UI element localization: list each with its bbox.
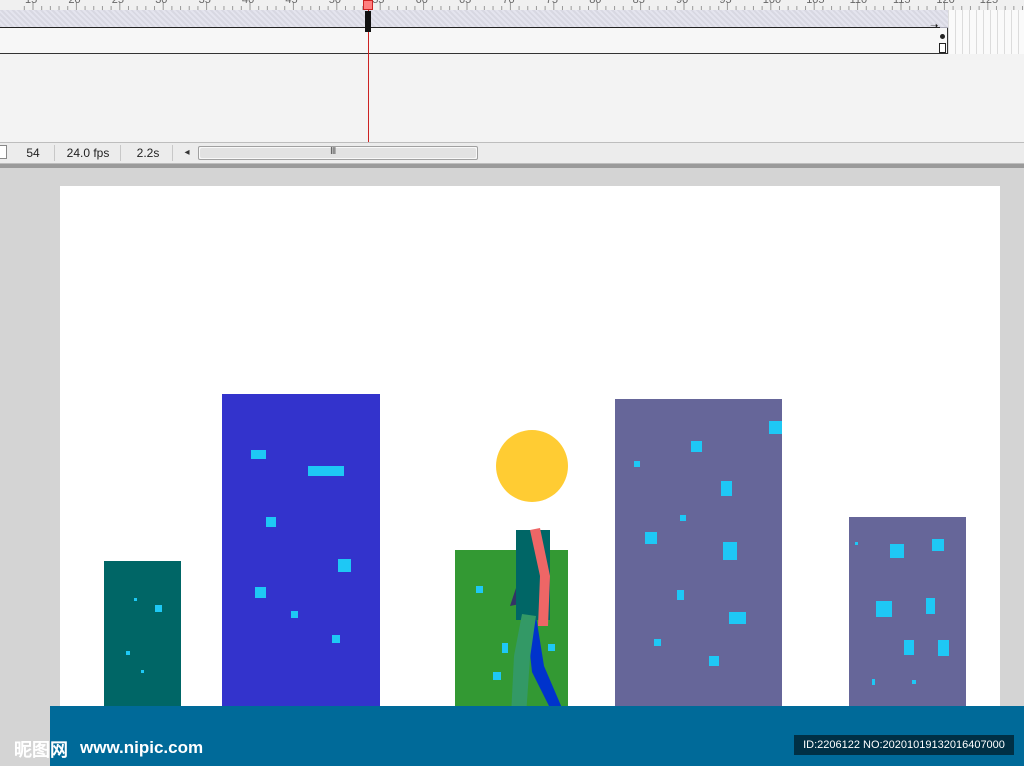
ruler-label: 45: [285, 0, 297, 6]
ruler-label: 55: [372, 0, 384, 6]
building-window: [904, 640, 914, 655]
timeline-empty-area: [0, 54, 1024, 142]
walking-figure[interactable]: [480, 426, 580, 726]
ruler-label: 115: [893, 0, 911, 6]
building-window: [729, 612, 746, 624]
building-window: [155, 605, 162, 612]
ruler-label: 25: [112, 0, 124, 6]
building-window: [890, 544, 904, 558]
building-window: [141, 670, 144, 673]
end-frame-marker[interactable]: [939, 43, 946, 53]
building-window: [926, 598, 935, 614]
building-window: [721, 481, 732, 496]
stage-canvas[interactable]: [60, 186, 1000, 766]
ruler-ticks: 15 20 25 30 35 40 45 50 55 60 65 70 75 80 85 90 95 100 105…: [0, 0, 1024, 10]
watermark-id: ID:2206122 NO:20201019132016407000: [794, 735, 1014, 755]
frame-rate-readout[interactable]: 24.0 fps: [56, 145, 121, 161]
building-window: [251, 450, 266, 459]
elapsed-time-readout: 2.2s: [124, 145, 173, 161]
building-window: [876, 601, 892, 617]
building-slate-large[interactable]: [615, 399, 782, 706]
ruler-label: 15: [25, 0, 37, 6]
building-window: [126, 651, 130, 655]
scroll-left-arrow-icon[interactable]: ◂: [180, 145, 194, 161]
empty-frame-cells[interactable]: [948, 10, 1024, 54]
building-window: [769, 421, 782, 434]
building-window: [308, 466, 344, 476]
ruler-label: 75: [546, 0, 558, 6]
ruler-label: 70: [502, 0, 514, 6]
current-frame-marker: [365, 11, 371, 32]
building-window: [691, 441, 702, 452]
ruler-label: 30: [155, 0, 167, 6]
building-window: [134, 598, 137, 601]
building-window: [634, 461, 640, 467]
ruler-label: 60: [416, 0, 428, 6]
building-window: [872, 679, 875, 685]
horizontal-scrollbar[interactable]: III: [198, 146, 478, 160]
tween-arrow-icon: ➝: [930, 21, 939, 32]
current-frame-readout: 54: [12, 145, 55, 161]
building-window: [266, 517, 276, 527]
building-window: [680, 515, 686, 521]
building-window: [654, 639, 661, 646]
scrollbar-grip: III: [330, 146, 336, 157]
ruler-label: 100: [763, 0, 781, 6]
ruler-label: 65: [459, 0, 471, 6]
building-teal[interactable]: [104, 561, 181, 706]
keyframe-dot-icon[interactable]: [940, 34, 945, 39]
layer-track-1[interactable]: [0, 10, 948, 28]
ruler-label: 105: [806, 0, 824, 6]
building-window: [677, 590, 684, 600]
ruler-label: 85: [633, 0, 645, 6]
figure-head: [496, 430, 568, 502]
building-window: [338, 559, 351, 572]
ruler-label: 35: [199, 0, 211, 6]
watermark-logo: 昵图网: [14, 740, 68, 760]
watermark-site: www.nipic.com: [80, 738, 204, 757]
ruler-label: 125: [980, 0, 998, 6]
building-window: [938, 640, 949, 656]
building-window: [255, 587, 266, 598]
stage-pasteboard: 昵图网 www.nipic.com ID:2206122 NO:20201019…: [0, 168, 1024, 766]
ruler-label: 50: [329, 0, 341, 6]
building-slate-small[interactable]: [849, 517, 966, 706]
building-window: [932, 539, 944, 551]
scrollbar-thumb[interactable]: III: [200, 146, 476, 158]
timeline-status-bar: 54 24.0 fps 2.2s ◂ III: [0, 142, 1024, 164]
frame-ruler[interactable]: 15 20 25 30 35 40 45 50 55 60 65 70 75 80 85 90 95 100 105…: [0, 0, 1024, 10]
layer-tracks: ➝: [0, 10, 1024, 54]
playhead-handle[interactable]: [363, 0, 373, 10]
building-window: [291, 611, 298, 618]
building-window: [723, 542, 737, 560]
ruler-label: 95: [719, 0, 731, 6]
building-window: [645, 532, 657, 544]
building-blue[interactable]: [222, 394, 380, 706]
edit-multiple-frames-button[interactable]: [0, 145, 7, 159]
building-window: [855, 542, 858, 545]
building-window: [332, 635, 340, 643]
ruler-label: 90: [676, 0, 688, 6]
motion-tween-line[interactable]: [0, 27, 940, 28]
ruler-label: 40: [242, 0, 254, 6]
ruler-label: 110: [850, 0, 868, 6]
ruler-label: 120: [936, 0, 954, 6]
layer-track-2[interactable]: [0, 28, 948, 54]
ruler-label: 80: [589, 0, 601, 6]
building-window: [709, 656, 719, 666]
building-window: [912, 680, 916, 684]
ruler-label: 20: [68, 0, 80, 6]
